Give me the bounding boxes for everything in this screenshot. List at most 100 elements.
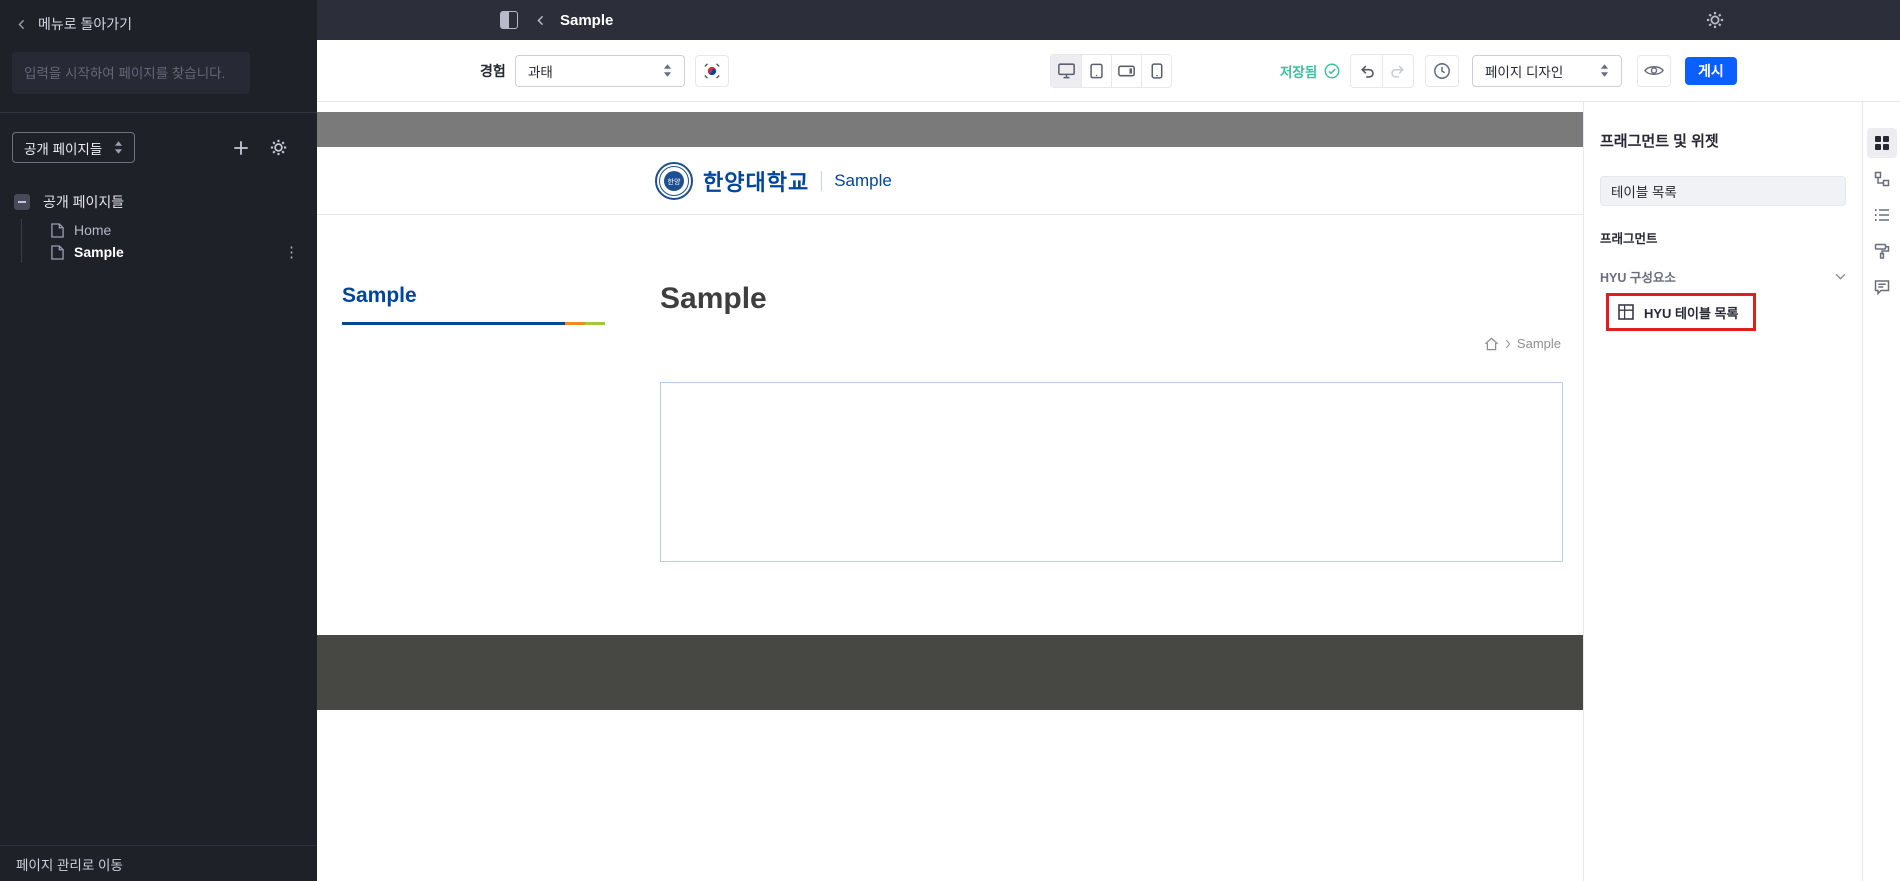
language-flag-button[interactable] [695, 55, 729, 87]
experience-select[interactable]: 과태 [515, 55, 685, 87]
underline-navy-segment [342, 322, 565, 325]
viewport-landscape-button[interactable] [1111, 55, 1141, 87]
undo-redo-group [1350, 54, 1414, 88]
undo-button[interactable] [1351, 55, 1382, 87]
product-menu-icon[interactable] [500, 11, 518, 29]
tree-item-sample[interactable]: Sample ⋮ [51, 241, 305, 263]
editor-page-title: Sample [560, 12, 613, 29]
home-icon[interactable] [1484, 337, 1499, 351]
pages-sidebar: 메뉴로 돌아가기 공개 페이지들 공개 페이지들 [0, 0, 317, 881]
page-structure-tab[interactable] [1867, 164, 1897, 194]
clock-icon [1433, 62, 1451, 80]
list-icon [1874, 208, 1890, 222]
page-canvas: 한양 한양대학교 Sample Sample Sample [317, 102, 1583, 881]
redo-icon [1390, 63, 1406, 78]
back-button[interactable] [535, 14, 546, 27]
tree-item-home[interactable]: Home [51, 219, 305, 241]
viewport-mobile-button[interactable] [1141, 55, 1171, 87]
viewport-desktop-button[interactable] [1051, 55, 1081, 87]
tree-item-label: Sample [74, 244, 124, 260]
eye-icon [1644, 64, 1664, 77]
pages-settings-gear-icon[interactable] [266, 135, 291, 160]
tree-root-pages[interactable]: 공개 페이지들 [12, 189, 305, 215]
preview-eye-button[interactable] [1637, 55, 1671, 87]
breadcrumb-current: Sample [1517, 336, 1561, 351]
back-to-menu-label: 메뉴로 돌아가기 [38, 14, 132, 34]
fragment-collection-hyu[interactable]: HYU 구성요소 [1600, 267, 1846, 286]
page-design-options-tab[interactable] [1867, 236, 1897, 266]
page-editor-app: 메뉴로 돌아가기 공개 페이지들 공개 페이지들 [0, 0, 1900, 881]
back-to-menu-link[interactable]: 메뉴로 돌아가기 [0, 0, 317, 46]
page-collection-value: 공개 페이지들 [24, 138, 102, 158]
left-nav-heading: Sample [342, 284, 605, 325]
korean-flag-icon [703, 62, 721, 80]
save-status: 저장됨 [1280, 61, 1340, 81]
breadcrumb: Sample [1484, 336, 1561, 351]
page-settings-gear-icon[interactable] [1706, 11, 1724, 29]
table-icon [1618, 304, 1634, 320]
desktop-icon [1058, 63, 1075, 79]
fragments-widgets-tab[interactable] [1867, 128, 1897, 158]
editor-toolbar: 경험 과태 [317, 40, 1900, 102]
publish-button[interactable]: 게시 [1685, 57, 1737, 85]
fragment-item-hyu-table-list[interactable]: HYU 테이블 목록 [1606, 293, 1756, 331]
content-row: 한양 한양대학교 Sample Sample Sample [317, 102, 1900, 881]
fragments-search [1600, 176, 1846, 206]
heading-underline [342, 322, 605, 325]
fragments-panel-title: 프래그먼트 및 위젯 [1600, 130, 1846, 151]
experience-value: 과태 [528, 61, 553, 81]
saved-label: 저장됨 [1280, 61, 1317, 81]
page-design-select[interactable]: 페이지 디자인 [1472, 55, 1622, 87]
chevron-left-icon [16, 18, 27, 31]
mobile-icon [1151, 63, 1163, 79]
collapse-icon[interactable] [14, 194, 30, 210]
comments-tab[interactable] [1867, 272, 1897, 302]
underline-green-segment [585, 322, 605, 325]
pages-admin-label: 페이지 관리로 이동 [16, 854, 123, 874]
svg-text:한양: 한양 [668, 178, 681, 186]
page-search-input[interactable] [12, 52, 250, 94]
sidebar-divider [0, 112, 317, 113]
viewport-tablet-button[interactable] [1081, 55, 1111, 87]
site-header: 한양 한양대학교 Sample [317, 147, 1583, 215]
contents-tab[interactable] [1867, 200, 1897, 230]
header-divider [821, 171, 822, 191]
add-page-button[interactable] [228, 135, 254, 161]
page-file-icon [51, 245, 64, 260]
site-name[interactable]: 한양대학교 [703, 165, 809, 197]
fragments-search-input[interactable] [1600, 176, 1846, 206]
page-design-value: 페이지 디자인 [1485, 61, 1563, 81]
breadcrumb-separator-icon [1505, 339, 1511, 349]
content-placeholder-box[interactable] [660, 382, 1563, 562]
landscape-phone-icon [1118, 64, 1135, 78]
chevron-down-icon [1835, 273, 1846, 280]
page-collection-select[interactable]: 공개 페이지들 [12, 132, 135, 163]
tree-item-label: Home [74, 222, 111, 238]
top-bar: Sample [317, 0, 1900, 40]
main-area: Sample 경험 과태 [317, 0, 1900, 881]
page-heading: Sample [660, 282, 767, 316]
site-top-band [317, 112, 1583, 147]
site-subtitle: Sample [834, 171, 892, 191]
page-actions-kebab-icon[interactable]: ⋮ [284, 245, 299, 260]
fragment-collection-label: HYU 구성요소 [1600, 267, 1676, 286]
tree-children: Home Sample ⋮ [21, 219, 305, 263]
comment-icon [1874, 279, 1890, 295]
history-button[interactable] [1425, 55, 1459, 87]
fragments-panel-content: 프래그먼트 및 위젯 프래그먼트 HYU 구성요소 [1584, 102, 1862, 881]
hanyang-seal-logo: 한양 [655, 162, 693, 200]
selector-icon [114, 141, 123, 154]
tablet-icon [1089, 63, 1104, 79]
page-file-icon [51, 223, 64, 238]
go-to-pages-admin-link[interactable]: 페이지 관리로 이동 [0, 845, 317, 881]
page-search [12, 52, 305, 94]
panel-icon-strip [1862, 102, 1900, 881]
redo-button[interactable] [1382, 55, 1413, 87]
experience-label: 경험 [480, 61, 506, 81]
selector-icon [1600, 64, 1609, 77]
undo-icon [1359, 63, 1375, 78]
site-footer [317, 635, 1583, 710]
paint-roller-icon [1874, 243, 1890, 259]
underline-orange-segment [565, 322, 585, 325]
pages-tree: 공개 페이지들 Home Sample ⋮ [0, 189, 317, 845]
